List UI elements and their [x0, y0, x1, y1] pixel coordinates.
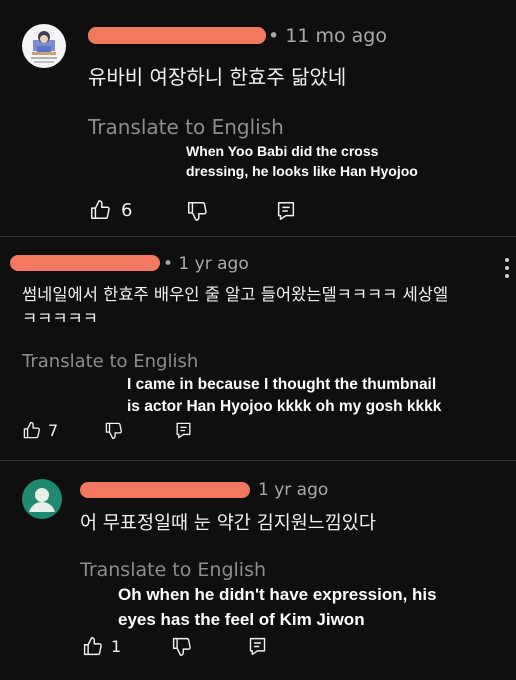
comment-timestamp: 1 yr ago: [258, 480, 329, 500]
comment-divider: [0, 236, 516, 237]
avatar-illustration: [31, 31, 57, 63]
comment-divider: [0, 460, 516, 461]
thumbs-up-icon[interactable]: [89, 199, 111, 221]
comment-text: 유바비 여장하니 한효주 닮았네: [88, 65, 347, 89]
translation-line: dressing, he looks like Han Hyojoo: [186, 163, 418, 179]
thumbs-up-icon[interactable]: [22, 421, 41, 440]
translation-annotation: When Yoo Babi did the cross dressing, he…: [186, 141, 418, 181]
comment-text: 어 무표정일때 눈 약간 김지원느낌있다: [80, 513, 376, 534]
reply-icon[interactable]: [174, 421, 193, 440]
like-count: 7: [48, 421, 59, 440]
translation-annotation: Oh when he didn't have expression, his e…: [118, 582, 437, 632]
comment-text: 썸네일에서 한효주 배우인 줄 알고 들어왔는델ㅋㅋㅋㅋ 세상엘 ㅋㅋㅋㅋㅋ: [22, 283, 448, 331]
translate-link[interactable]: Translate to English: [22, 351, 198, 372]
redacted-username: [10, 255, 160, 271]
translate-link[interactable]: Translate to English: [80, 559, 266, 581]
redacted-username: [88, 27, 266, 44]
comment-timestamp: • 11 mo ago: [268, 25, 387, 47]
translation-line: Oh when he didn't have expression, his: [118, 585, 437, 604]
reply-icon[interactable]: [247, 636, 268, 657]
translation-line: I came in because I thought the thumbnai…: [127, 376, 437, 393]
person-icon: [29, 488, 55, 512]
thumbs-down-icon[interactable]: [104, 421, 123, 440]
comment-timestamp: • 1 yr ago: [163, 254, 249, 274]
thumbs-down-icon[interactable]: [186, 200, 208, 222]
like-count: 1: [111, 637, 122, 656]
translation-line: When Yoo Babi did the cross: [186, 143, 379, 159]
avatar[interactable]: [22, 479, 62, 519]
more-vertical-icon[interactable]: [505, 258, 509, 282]
translation-line: is actor Han Hyojoo kkkk oh my gosh kkkk: [127, 398, 442, 415]
translate-link[interactable]: Translate to English: [88, 115, 284, 139]
like-count: 6: [121, 200, 133, 221]
translation-line: eyes has the feel of Kim Jiwon: [118, 610, 365, 629]
thumbs-down-icon[interactable]: [171, 636, 192, 657]
comment-text-line: 썸네일에서 한효주 배우인 줄 알고 들어왔는델ㅋㅋㅋㅋ 세상엘: [22, 285, 449, 304]
redacted-username: [80, 482, 250, 498]
comment-text-line: ㅋㅋㅋㅋㅋ: [22, 309, 98, 328]
reply-icon[interactable]: [275, 200, 297, 222]
translation-annotation: I came in because I thought the thumbnai…: [127, 374, 441, 418]
thumbs-up-icon[interactable]: [82, 636, 103, 657]
avatar[interactable]: [22, 24, 66, 68]
